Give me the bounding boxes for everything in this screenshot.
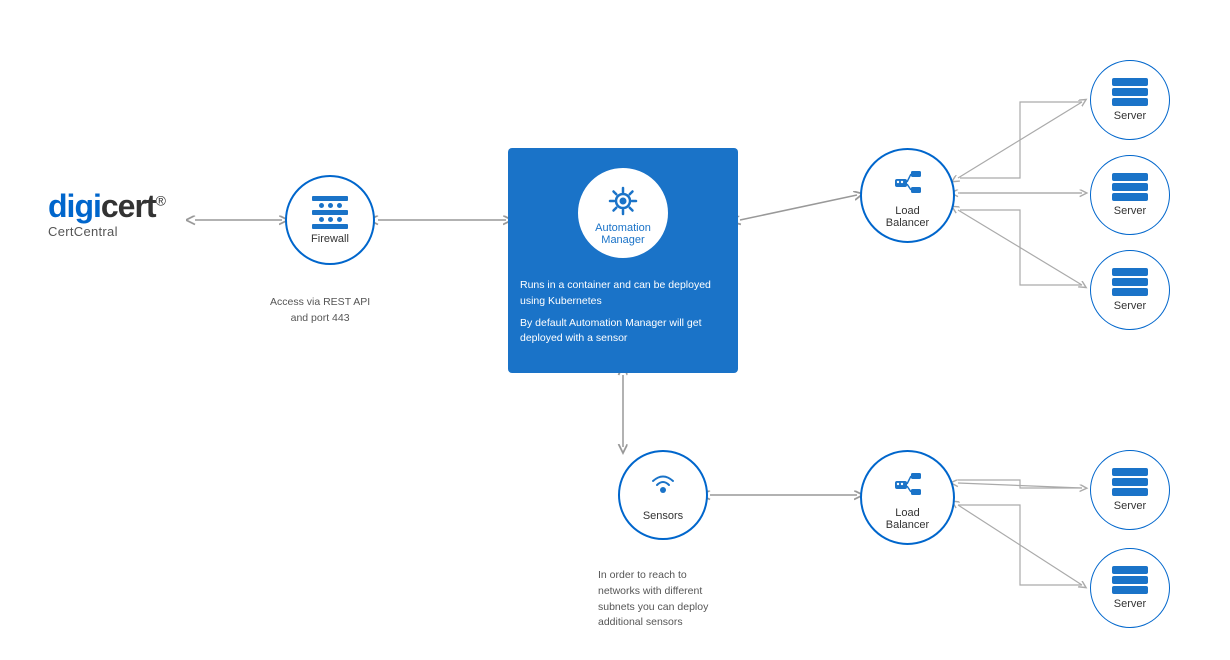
server-node-4: Server xyxy=(1090,450,1170,530)
sensors-label: Sensors xyxy=(643,510,683,522)
server-label-4: Server xyxy=(1114,500,1146,512)
automation-box-text: Runs in a container and can be deployed … xyxy=(520,278,726,353)
automation-circle-label: AutomationManager xyxy=(595,222,651,246)
server-label-3: Server xyxy=(1114,300,1146,312)
access-text: Access via REST APIand port 443 xyxy=(270,295,370,327)
server-label-5: Server xyxy=(1114,598,1146,610)
server-label-2: Server xyxy=(1114,205,1146,217)
logo: digicert® CertCentral xyxy=(48,190,165,239)
server-node-1: Server xyxy=(1090,60,1170,140)
load-balancer-top: LoadBalancer xyxy=(860,148,955,243)
automation-manager-circle: AutomationManager xyxy=(578,168,668,258)
automation-manager-box: AutomationManager Runs in a container an… xyxy=(508,148,738,373)
server-icon-1 xyxy=(1112,78,1148,106)
server-icon-3 xyxy=(1112,268,1148,296)
server-icon-5 xyxy=(1112,566,1148,594)
server-icon-4 xyxy=(1112,468,1148,496)
sensor-description: In order to reach tonetworks with differ… xyxy=(598,568,708,631)
lb-icon-top xyxy=(889,163,927,201)
server-node-2: Server xyxy=(1090,155,1170,235)
lb-icon-bottom xyxy=(889,465,927,503)
load-balancer-bottom: LoadBalancer xyxy=(860,450,955,545)
server-icon-2 xyxy=(1112,173,1148,201)
brand-name: digicert® xyxy=(48,190,165,222)
sensors-icon xyxy=(644,468,682,506)
server-node-5: Server xyxy=(1090,548,1170,628)
automation-desc1: Runs in a container and can be deployed … xyxy=(520,278,726,310)
lb-bottom-label: LoadBalancer xyxy=(886,507,929,531)
gear-icon xyxy=(602,180,644,222)
lb-top-label: LoadBalancer xyxy=(886,205,929,229)
server-label-1: Server xyxy=(1114,110,1146,122)
sensors-node: Sensors xyxy=(618,450,708,540)
firewall-node: Firewall xyxy=(285,175,375,265)
server-node-3: Server xyxy=(1090,250,1170,330)
product-name: CertCentral xyxy=(48,224,165,239)
automation-desc2: By default Automation Manager will get d… xyxy=(520,316,726,348)
firewall-label: Firewall xyxy=(311,233,349,245)
firewall-icon xyxy=(312,196,348,229)
